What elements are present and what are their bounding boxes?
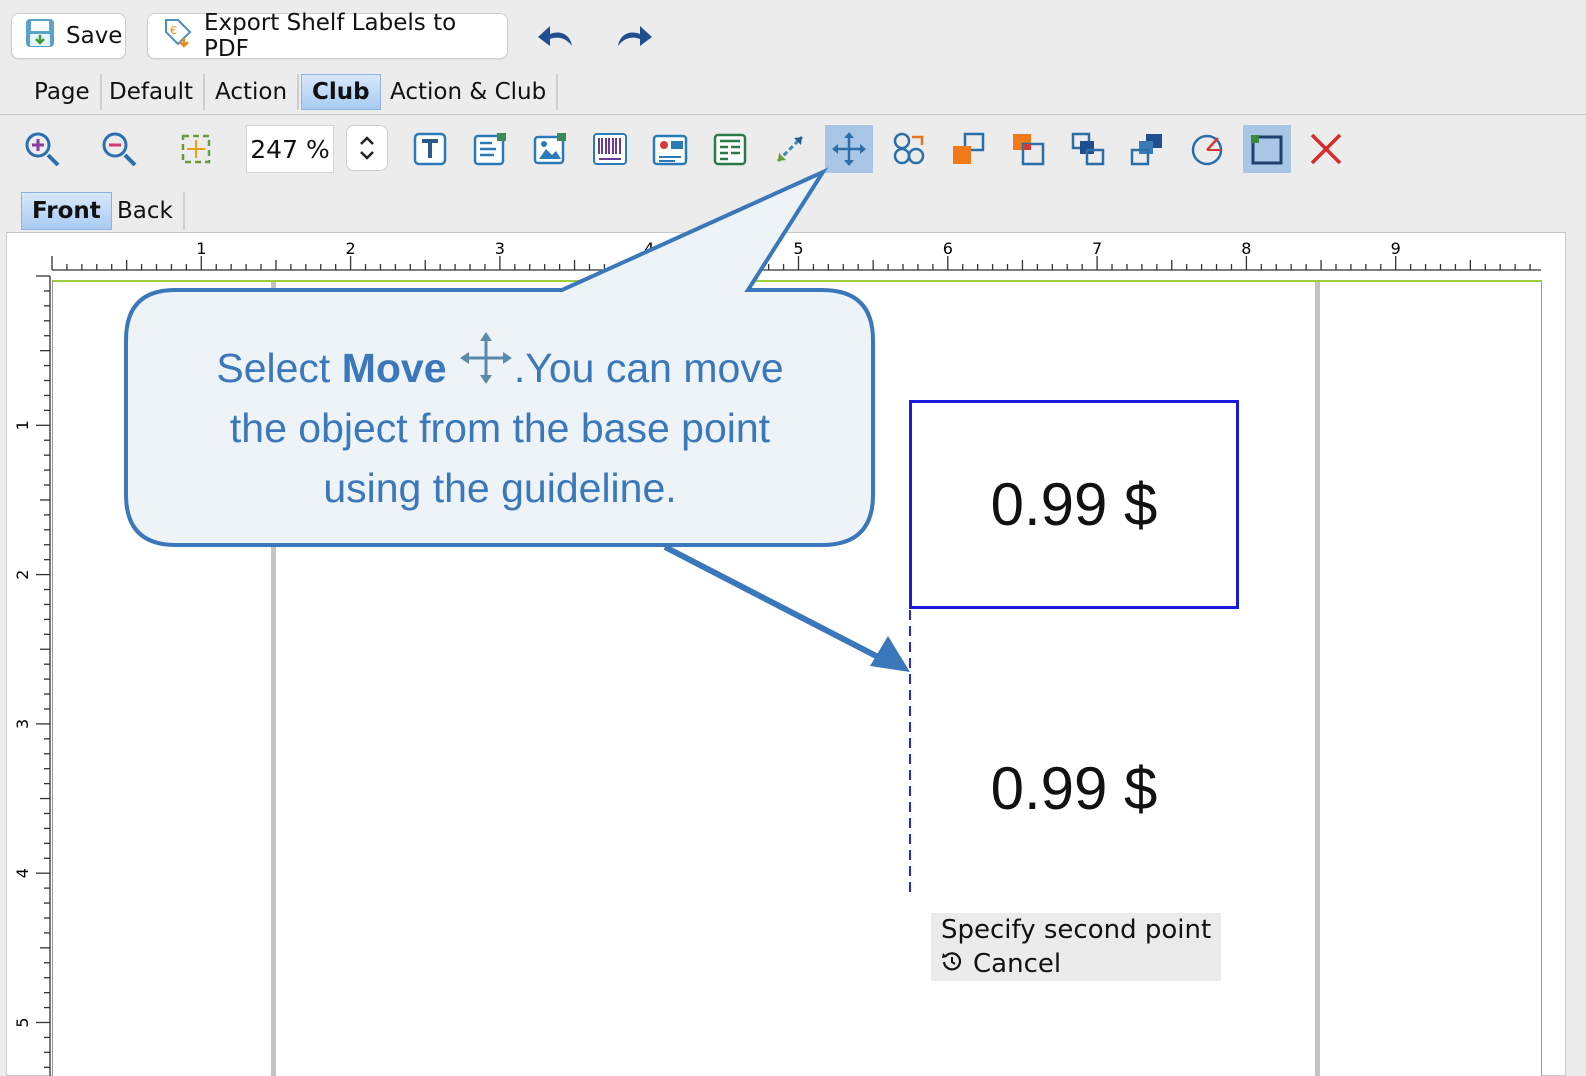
move-icon [458,332,514,391]
callout-text: Select Move .You can move the object fro… [150,330,850,518]
callout-line2: the object from the base point [229,405,771,451]
callout-bold: Move [341,345,447,391]
callout-pre: Select [216,345,342,391]
callout-post: .You can move [513,345,784,391]
callout-graphic [124,167,910,672]
callout-line1: Select Move .You can move [150,330,850,398]
callout-line3: using the guideline. [323,465,677,511]
